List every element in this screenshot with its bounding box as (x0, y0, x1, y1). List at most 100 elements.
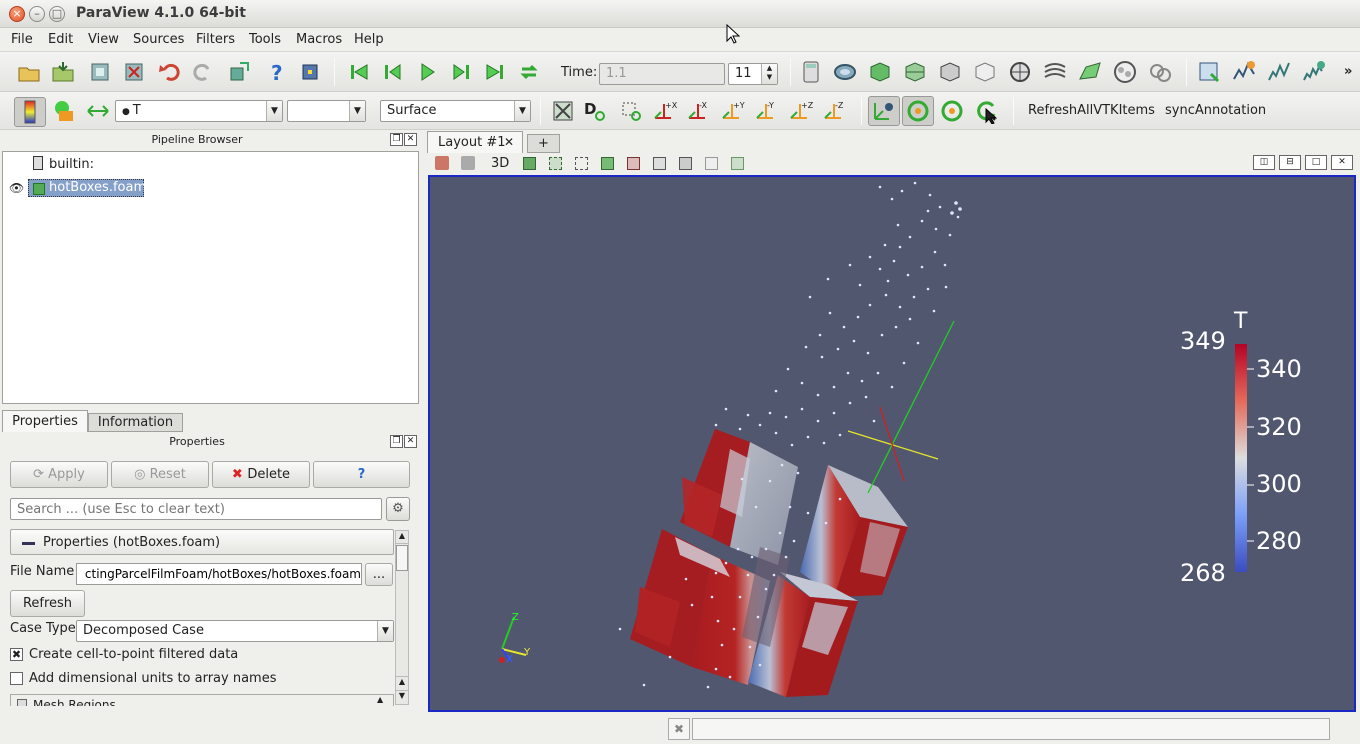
select-blocks-icon[interactable] (679, 157, 692, 170)
browse-button[interactable]: ... (365, 563, 393, 586)
select-points-through-icon[interactable] (627, 157, 640, 170)
mesh-regions-table[interactable]: Mesh Regions ▲ (10, 694, 394, 706)
scroll-up-icon[interactable]: ▲ (396, 676, 408, 689)
slice-icon[interactable] (902, 59, 928, 85)
menu-sources[interactable]: Sources (133, 32, 184, 47)
extract-level-icon[interactable] (1147, 59, 1173, 85)
plot-over-line-icon[interactable] (1231, 59, 1257, 85)
maximize-view-icon[interactable]: □ (1305, 155, 1327, 170)
rescale-range-icon[interactable] (85, 98, 111, 124)
camera-undo-icon[interactable] (226, 59, 252, 85)
chevron-down-icon[interactable]: ▼ (266, 101, 282, 121)
menu-file[interactable]: File (11, 32, 33, 47)
float-panel-icon[interactable]: ❐ (390, 133, 403, 146)
spin-arrows-icon[interactable]: ▲ ▼ (761, 64, 777, 84)
reset-center-icon[interactable] (939, 98, 965, 124)
last-frame-icon[interactable] (482, 59, 508, 85)
plot-data-icon[interactable] (1266, 59, 1292, 85)
contour-icon[interactable] (832, 59, 858, 85)
time-input[interactable]: 1.1 (599, 63, 725, 85)
macro-refresh-all-vtk-items[interactable]: RefreshAllVTKItems (1028, 103, 1155, 118)
delete-button[interactable]: ✖ Delete (212, 461, 310, 488)
representation-select[interactable]: Surface ▼ (380, 100, 531, 122)
scroll-down-icon[interactable]: ▼ (396, 690, 408, 703)
overflow-chevron-icon[interactable]: » (1344, 64, 1352, 79)
view-minus-z-icon[interactable]: -Z (822, 98, 848, 124)
toggle-color-legend-icon[interactable] (14, 97, 46, 127)
view-plus-z-icon[interactable]: +Z (788, 98, 814, 124)
connect-icon[interactable] (87, 59, 113, 85)
select-cells-on-icon[interactable] (549, 157, 562, 170)
view-minus-y-icon[interactable]: -Y (754, 98, 780, 124)
menu-help[interactable]: Help (354, 32, 384, 47)
properties-section-header[interactable]: Properties (hotBoxes.foam) (10, 529, 394, 555)
close-panel-icon[interactable]: ✕ (404, 133, 417, 146)
capture-view-icon[interactable] (435, 156, 449, 170)
pick-center-icon[interactable] (297, 59, 323, 85)
cell-to-point-checkbox[interactable]: ✖ (10, 648, 23, 661)
close-tab-icon[interactable]: ✕ (504, 135, 514, 149)
close-panel-icon[interactable]: ✕ (404, 435, 417, 448)
macro-sync-annotation[interactable]: syncAnnotation (1165, 103, 1266, 118)
timestep-spinbox[interactable]: 11 ▲ ▼ (728, 63, 778, 85)
menu-edit[interactable]: Edit (48, 32, 73, 47)
select-cells-through-icon[interactable] (601, 157, 614, 170)
scroll-up-icon[interactable]: ▲ (396, 531, 408, 544)
select-points-on-icon[interactable] (575, 157, 588, 170)
view-minus-x-icon[interactable]: -X (686, 98, 712, 124)
show-orientation-axes-icon[interactable] (868, 96, 900, 126)
warp-icon[interactable] (1077, 59, 1103, 85)
menu-macros[interactable]: Macros (296, 32, 342, 47)
open-icon[interactable] (16, 59, 42, 85)
threshold-icon[interactable] (937, 59, 963, 85)
camera-snapshot-icon[interactable] (523, 157, 536, 170)
tab-information[interactable]: Information (88, 413, 183, 432)
gear-icon[interactable]: ⚙ (386, 497, 410, 521)
case-type-select[interactable]: Decomposed Case ▼ (76, 620, 394, 642)
clip-icon[interactable] (867, 59, 893, 85)
disconnect-icon[interactable] (121, 59, 147, 85)
zoom-to-data-icon[interactable]: D (582, 98, 608, 124)
window-minimize-button[interactable]: – (29, 6, 45, 22)
split-view-icon[interactable] (1196, 59, 1222, 85)
reset-camera-icon[interactable] (550, 98, 576, 124)
loop-icon[interactable] (516, 59, 542, 85)
next-frame-icon[interactable] (448, 59, 474, 85)
clear-selection-icon[interactable] (731, 157, 744, 170)
chevron-down-icon[interactable]: ▼ (349, 101, 365, 121)
pipeline-item-builtin[interactable]: builtin: (49, 157, 94, 172)
color-array-select[interactable]: ● T ▼ (115, 100, 283, 122)
view-plus-x-icon[interactable]: +X (652, 98, 678, 124)
first-frame-icon[interactable] (346, 59, 372, 85)
component-select[interactable]: ▼ (287, 100, 366, 122)
float-panel-icon[interactable]: ❐ (390, 435, 403, 448)
view-mode-3d-button[interactable]: 3D (491, 156, 509, 171)
scroll-thumb[interactable] (396, 545, 408, 571)
show-center-icon[interactable] (902, 96, 934, 126)
view-plus-y-icon[interactable]: +Y (720, 98, 746, 124)
window-close-button[interactable]: × (9, 6, 25, 22)
histogram-icon[interactable] (1301, 59, 1327, 85)
search-input[interactable] (10, 498, 382, 520)
pipeline-item-hotboxes[interactable]: hotBoxes.foam (28, 179, 146, 197)
reset-button[interactable]: ◎ Reset (111, 461, 209, 488)
render-view[interactable]: Z Y X T 349 268 340 320 300 280 (428, 175, 1356, 712)
stream-tracer-icon[interactable] (1042, 59, 1068, 85)
add-layout-tab[interactable]: + (527, 134, 560, 153)
apply-button[interactable]: ⟳ Apply (10, 461, 108, 488)
camera-link-icon[interactable] (461, 156, 475, 170)
extract-subset-icon[interactable] (972, 59, 998, 85)
refresh-button[interactable]: Refresh (10, 590, 85, 617)
help-button[interactable]: ? (313, 461, 410, 488)
select-polygon-icon[interactable] (653, 157, 666, 170)
menu-view[interactable]: View (88, 32, 119, 47)
split-horizontal-icon[interactable]: ◫ (1253, 155, 1275, 170)
close-view-icon[interactable]: ✕ (1331, 155, 1353, 170)
edit-color-map-icon[interactable] (51, 98, 77, 124)
chevron-up-icon[interactable]: ▲ (377, 695, 383, 704)
split-vertical-icon[interactable]: ⊟ (1279, 155, 1301, 170)
help-icon[interactable]: ? (263, 59, 289, 85)
group-datasets-icon[interactable] (1112, 59, 1138, 85)
previous-frame-icon[interactable] (380, 59, 406, 85)
properties-scrollbar[interactable]: ▲ ▲ ▼ (395, 530, 409, 705)
